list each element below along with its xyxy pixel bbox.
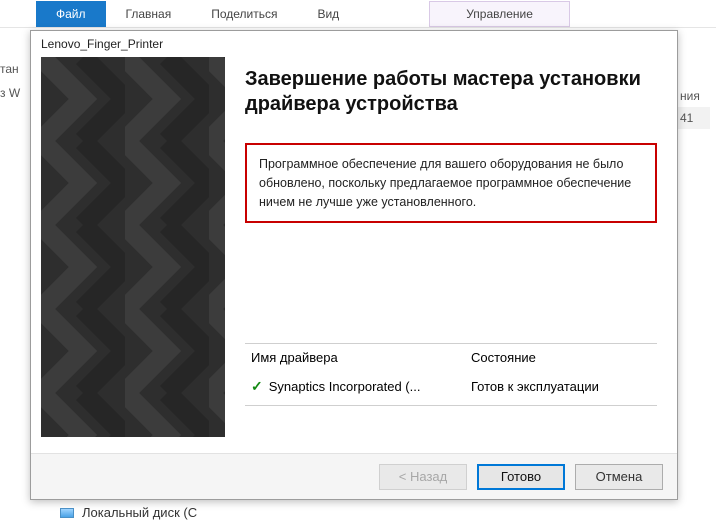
table-row: ✓ Synaptics Incorporated (... Готов к экс…: [245, 371, 657, 405]
local-disk-item[interactable]: Локальный диск (С: [60, 505, 197, 520]
wizard-content: Завершение работы мастера установки драй…: [225, 57, 677, 447]
driver-name-cell: Synaptics Incorporated (...: [269, 379, 421, 394]
back-button: < Назад: [379, 464, 467, 490]
cancel-button[interactable]: Отмена: [575, 464, 663, 490]
dialog-title: Lenovo_Finger_Printer: [31, 31, 677, 57]
ribbon-tab-view[interactable]: Вид: [297, 1, 359, 27]
wizard-message: Программное обеспечение для вашего обору…: [245, 143, 657, 223]
local-disk-label: Локальный диск (С: [82, 505, 197, 520]
wizard-dialog: Lenovo_Finger_Printer Завершение работы …: [30, 30, 678, 500]
check-icon: ✓: [251, 378, 263, 394]
finish-button[interactable]: Готово: [477, 464, 565, 490]
col-driver-name: Имя драйвера: [251, 350, 471, 365]
ribbon-tab-file[interactable]: Файл: [36, 1, 106, 27]
driver-table: Имя драйвера Состояние ✓ Synaptics Incorp…: [245, 343, 657, 406]
ribbon: Файл Главная Поделиться Вид Управление: [0, 0, 716, 28]
driver-state-cell: Готов к эксплуатации: [471, 379, 651, 394]
ribbon-tab-share[interactable]: Поделиться: [191, 1, 297, 27]
background-nav-fragment: тан з W: [0, 60, 20, 102]
ribbon-tab-home[interactable]: Главная: [106, 1, 192, 27]
wizard-sidebar-image: [41, 57, 225, 437]
ribbon-tab-manage[interactable]: Управление: [429, 1, 570, 27]
drive-icon: [60, 508, 74, 518]
background-right-fragment: ния 41: [676, 85, 710, 129]
dialog-footer: < Назад Готово Отмена: [31, 453, 677, 499]
col-driver-state: Состояние: [471, 350, 651, 365]
wizard-heading: Завершение работы мастера установки драй…: [245, 67, 657, 117]
